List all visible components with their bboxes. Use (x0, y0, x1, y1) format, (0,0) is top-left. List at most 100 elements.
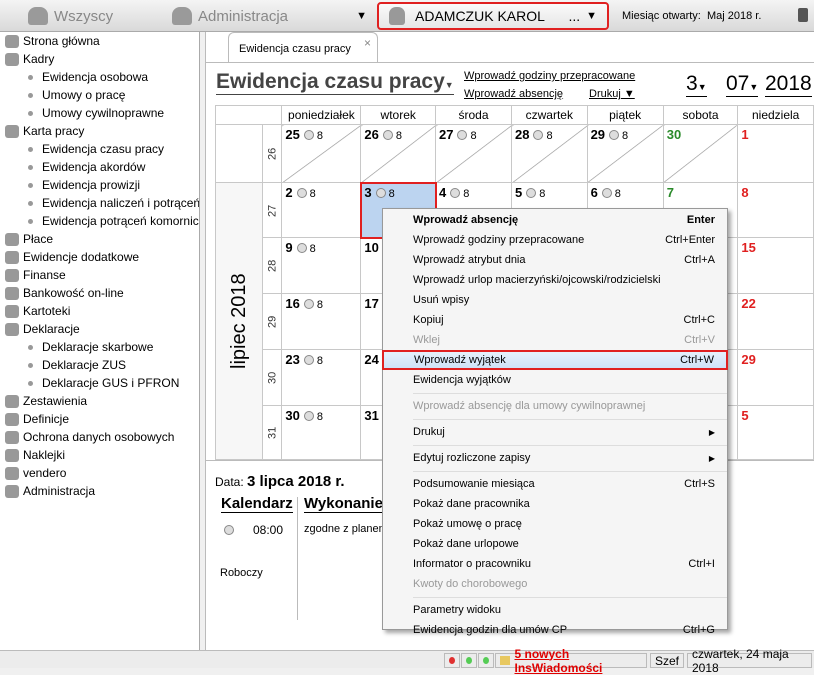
sidebar-item[interactable]: Ewidencja prowizji (0, 176, 199, 194)
menu-item[interactable]: Wprowadź atrybut dnia Ctrl+A (383, 250, 727, 270)
day-cell[interactable]: 28 (281, 182, 362, 238)
menu-item[interactable]: Wprowadź godziny przepracowane Ctrl+Enter (383, 230, 727, 250)
planned-time: 08:00 (253, 523, 284, 537)
day-cell[interactable]: 5 (737, 405, 814, 460)
sidebar-item[interactable]: Umowy cywilnoprawne (0, 104, 199, 122)
bullet-icon (28, 164, 33, 170)
day-cell[interactable]: 16 8 (281, 293, 362, 350)
day-cell[interactable]: 27 8 (435, 124, 512, 183)
menu-item-label: Wklej (413, 334, 440, 346)
sidebar-item[interactable]: Ewidencje dodatkowe (0, 248, 199, 266)
more-button[interactable]: ... (568, 8, 580, 24)
weekday-header: niedziela (737, 105, 814, 125)
enter-absence-link[interactable]: Wprowadź absencję (464, 88, 563, 100)
close-icon[interactable]: × (364, 36, 371, 50)
sidebar-item[interactable]: Deklaracje (0, 320, 199, 338)
sidebar-item[interactable]: Płace (0, 230, 199, 248)
day-hours: 8 (470, 130, 477, 142)
menu-item-shortcut: Ctrl+I (688, 558, 715, 570)
year-select[interactable]: 2018 (765, 72, 812, 97)
day-number: 27 (439, 127, 454, 142)
sidebar-item[interactable]: Finanse (0, 266, 199, 284)
day-hours: 8 (316, 355, 324, 367)
menu-item[interactable]: Wprowadź urlop macierzyński/ojcowski/rod… (383, 270, 727, 290)
month-label: lipiec 2018 (215, 182, 263, 460)
page-title[interactable]: Ewidencja czasu pracy▼ (216, 70, 454, 95)
sidebar-item[interactable]: Administracja (0, 482, 199, 500)
day-cell[interactable]: 25 8 (281, 124, 362, 183)
menu-item[interactable]: Pokaż dane urlopowe (383, 534, 727, 554)
menu-item[interactable]: Ewidencja wyjątków (383, 370, 727, 390)
menu-item-label: Pokaż dane urlopowe (413, 538, 519, 550)
weekday-header: czwartek (511, 105, 588, 125)
menu-item[interactable]: Wprowadź wyjątek Ctrl+W (382, 350, 728, 370)
menu-item[interactable]: Pokaż umowę o pracę (383, 514, 727, 534)
tab-ewidencja-czasu-pracy[interactable]: Ewidencja czasu pracy × (228, 32, 378, 62)
day-number: 9 (285, 240, 293, 255)
menu-item[interactable]: Kopiuj Ctrl+C (383, 310, 727, 330)
menu-item-label: Ewidencja godzin dla umów CP (413, 624, 568, 636)
day-cell[interactable]: 22 (737, 293, 814, 350)
messages-button[interactable]: 5 nowych InsWiadomości (495, 647, 647, 675)
module-icon (5, 430, 19, 444)
page-title-text: Ewidencja czasu pracy (216, 70, 445, 93)
print-dropdown[interactable]: Drukuj ▼ (589, 88, 635, 100)
employee-select[interactable]: ADAMCZUK KAROL... ▼ (377, 2, 609, 30)
sidebar-item[interactable]: Kartoteki (0, 302, 199, 320)
sidebar-item[interactable]: Umowy o pracę (0, 86, 199, 104)
sidebar-item[interactable]: Ewidencja czasu pracy (0, 140, 199, 158)
sidebar-item[interactable]: Bankowość on-line (0, 284, 199, 302)
day-select[interactable]: 3▼ (686, 72, 707, 97)
menu-item[interactable]: Drukuj ▶ (383, 422, 727, 442)
weekday-header: sobota (662, 105, 739, 125)
day-cell[interactable]: 29 8 (586, 124, 664, 183)
day-cell[interactable]: 1 (737, 124, 814, 183)
day-cell[interactable]: 8 (737, 182, 814, 238)
menu-item-label: Kopiuj (413, 314, 444, 326)
day-cell[interactable]: 28 8 (511, 124, 588, 183)
menu-item[interactable]: Pokaż dane pracownika (383, 494, 727, 514)
sidebar-item[interactable]: Naklejki (0, 446, 199, 464)
menu-item[interactable]: Wprowadź absencję Enter (383, 210, 727, 230)
day-cell[interactable]: 29 (737, 349, 814, 406)
menu-item-label: Pokaż dane pracownika (413, 498, 530, 510)
menu-item[interactable]: Podsumowanie miesiąca Ctrl+S (383, 474, 727, 494)
sidebar-item[interactable]: Ewidencja osobowa (0, 68, 199, 86)
sidebar-item[interactable]: Ewidencja naliczeń i potrąceń (0, 194, 199, 212)
menu-item[interactable]: Ewidencja godzin dla umów CP Ctrl+G (383, 620, 727, 640)
sidebar-item-label: Kadry (23, 52, 55, 66)
day-cell[interactable]: 26 8 (360, 124, 436, 183)
menu-item[interactable]: Parametry widoku (383, 600, 727, 620)
menu-item-label: Drukuj (413, 426, 445, 438)
group-select[interactable]: Administracja ▼ (172, 0, 367, 32)
sidebar-item[interactable]: vendero (0, 464, 199, 482)
sidebar-item[interactable]: Karta pracy (0, 122, 199, 140)
sidebar-item[interactable]: Ewidencja potrąceń komorniczych (0, 212, 199, 230)
sidebar-item[interactable]: Deklaracje skarbowe (0, 338, 199, 356)
lock-icon[interactable] (798, 8, 808, 22)
sidebar-item[interactable]: Zestawienia (0, 392, 199, 410)
day-cell[interactable]: 30 (662, 124, 739, 183)
day-cell[interactable]: 98 (281, 237, 362, 294)
menu-item[interactable]: Edytuj rozliczone zapisy ▶ (383, 448, 727, 468)
day-hours: 8 (614, 188, 621, 200)
sidebar-item[interactable]: Ewidencja akordów (0, 158, 199, 176)
day-cell[interactable]: 15 (737, 237, 814, 294)
sidebar-item[interactable]: Ochrona danych osobowych (0, 428, 199, 446)
day-cell[interactable]: 30 8 (281, 405, 362, 460)
day-cell[interactable]: 23 8 (281, 349, 362, 406)
menu-item[interactable]: Usuń wpisy (383, 290, 727, 310)
sidebar-item[interactable]: Deklaracje GUS i PFRON (0, 374, 199, 392)
sidebar-item-label: Strona główna (23, 34, 100, 48)
sidebar-item[interactable]: Deklaracje ZUS (0, 356, 199, 374)
print-label: Drukuj (589, 88, 621, 100)
menu-item-label: Usuń wpisy (413, 294, 470, 306)
menu-item[interactable]: Informator o pracowniku Ctrl+I (383, 554, 727, 574)
month-select[interactable]: 07▼ (726, 72, 759, 97)
enter-hours-link[interactable]: Wprowadź godziny przepracowane (464, 70, 635, 82)
menu-item-shortcut: Ctrl+V (684, 334, 715, 346)
sidebar-item[interactable]: Strona główna (0, 32, 199, 50)
sidebar-item[interactable]: Kadry (0, 50, 199, 68)
sidebar-item[interactable]: Definicje (0, 410, 199, 428)
all-employees-button[interactable]: Wszyscy (28, 0, 113, 32)
